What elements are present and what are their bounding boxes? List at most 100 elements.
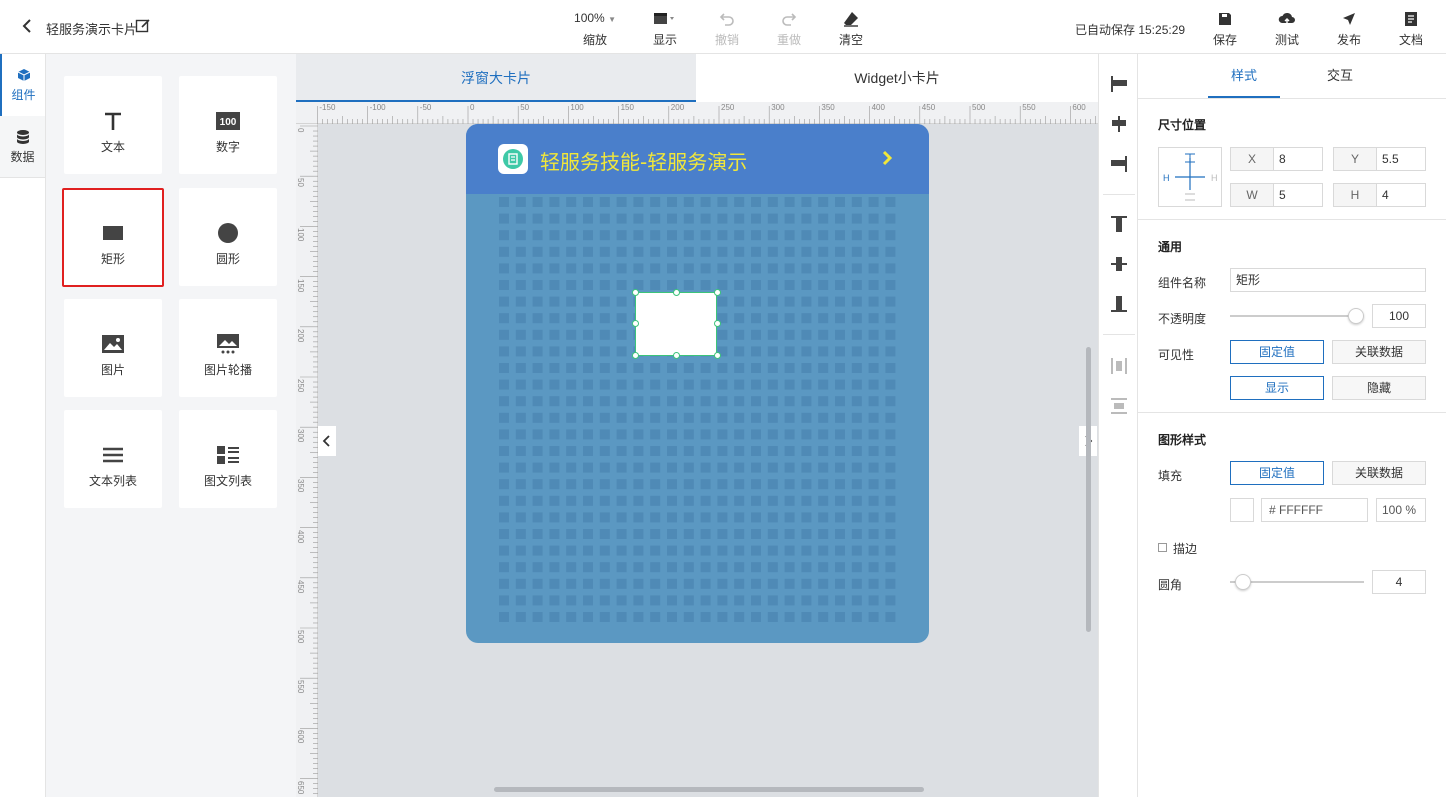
selected-rectangle[interactable]: [635, 292, 717, 356]
ruler-tick-label: 50: [296, 178, 305, 188]
resize-handle-w[interactable]: [632, 320, 639, 327]
opacity-slider[interactable]: [1230, 315, 1364, 317]
resize-handle-ne[interactable]: [714, 289, 721, 296]
component-image-list[interactable]: 图文列表: [179, 410, 277, 508]
ruler-tick-label: 650: [296, 780, 305, 794]
undo-icon: [719, 13, 734, 26]
radius-input[interactable]: 4: [1372, 570, 1426, 594]
align-left-icon[interactable]: [1109, 74, 1129, 94]
hide-button[interactable]: 隐藏: [1332, 376, 1426, 400]
resize-handle-sw[interactable]: [632, 352, 639, 359]
resize-handle-n[interactable]: [673, 289, 680, 296]
tab-widget-card[interactable]: Widget小卡片: [697, 54, 1097, 102]
ruler-tick-label: 550: [1022, 103, 1036, 112]
canvas-tabs: 浮窗大卡片 Widget小卡片: [296, 54, 1098, 102]
edit-title-icon[interactable]: [135, 18, 151, 34]
redo-button[interactable]: 重做: [767, 10, 811, 47]
align-middle-vertical-icon[interactable]: [1109, 254, 1129, 274]
component-text-list[interactable]: 文本列表: [64, 410, 162, 508]
show-button[interactable]: 显示: [1230, 376, 1324, 400]
visibility-fixed-button[interactable]: 固定值: [1230, 340, 1324, 364]
ruler-tick-label: 400: [871, 103, 885, 112]
project-title: 轻服务演示卡片: [46, 22, 138, 37]
resize-handle-nw[interactable]: [632, 289, 639, 296]
save-button[interactable]: 保存: [1203, 10, 1247, 47]
component-number[interactable]: 100 数字: [179, 76, 277, 174]
undo-button[interactable]: 撤销: [705, 10, 749, 47]
tab-style[interactable]: 样式: [1208, 54, 1280, 98]
zoom-control[interactable]: 100% ▼ 缩放: [570, 10, 620, 48]
ruler-tick-label: 600: [1072, 103, 1086, 112]
divider: [1138, 98, 1446, 99]
card-header: 轻服务技能-轻服务演示: [466, 124, 929, 194]
svg-text:100: 100: [220, 117, 237, 128]
circle-icon: [218, 223, 238, 243]
properties-panel: 样式 交互 尺寸位置 H H X 8 Y 5.5 W 5 H 4 通用 组件名称…: [1138, 54, 1446, 797]
ruler-tick-label: 350: [821, 103, 835, 112]
left-tab-bar: 组件 数据: [0, 54, 46, 797]
back-icon[interactable]: [22, 18, 36, 36]
image-list-icon: [217, 446, 239, 464]
ruler-tick-label: 500: [296, 630, 305, 644]
tab-components[interactable]: 组件: [0, 54, 45, 116]
preview-card[interactable]: 轻服务技能-轻服务演示: [466, 124, 929, 643]
resize-handle-s[interactable]: [673, 352, 680, 359]
tab-float-card[interactable]: 浮窗大卡片: [296, 54, 696, 102]
test-button[interactable]: 测试: [1265, 10, 1309, 47]
canvas-grid: [499, 197, 896, 622]
publish-button[interactable]: 发布: [1327, 10, 1371, 47]
ruler-tick-label: 300: [771, 103, 785, 112]
component-image[interactable]: 图片: [64, 299, 162, 397]
fill-alpha-input[interactable]: 100 %: [1376, 498, 1426, 522]
app-logo-icon: [498, 144, 528, 174]
visibility-bind-data-button[interactable]: 关联数据: [1332, 340, 1426, 364]
docs-button[interactable]: 文档: [1389, 10, 1433, 47]
save-icon: [1219, 13, 1231, 25]
component-name-input[interactable]: 矩形: [1230, 268, 1426, 292]
horizontal-scrollbar[interactable]: [494, 787, 924, 792]
x-input[interactable]: 8: [1273, 147, 1323, 171]
stroke-checkbox[interactable]: [1158, 543, 1167, 552]
resize-handle-e[interactable]: [714, 320, 721, 327]
divider: [1103, 334, 1135, 335]
vertical-scrollbar[interactable]: [1086, 347, 1091, 632]
prev-arrow-icon[interactable]: [318, 426, 336, 456]
width-input[interactable]: 5: [1273, 183, 1323, 207]
y-input[interactable]: 5.5: [1376, 147, 1426, 171]
stroke-label: 描边: [1173, 542, 1198, 556]
zoom-value: 100%: [574, 11, 605, 25]
align-bottom-icon[interactable]: [1109, 294, 1129, 314]
fill-fixed-button[interactable]: 固定值: [1230, 461, 1324, 485]
fill-color-swatch[interactable]: [1230, 498, 1254, 522]
display-button[interactable]: 显示: [643, 10, 687, 47]
number-icon: 100: [216, 112, 240, 130]
ruler-tick-label: 250: [721, 103, 735, 112]
height-input[interactable]: 4: [1376, 183, 1426, 207]
align-center-horizontal-icon[interactable]: [1109, 114, 1129, 134]
ruler-tick-label: 300: [296, 429, 305, 443]
ruler-tick-label: 550: [296, 680, 305, 694]
anchor-position-icon[interactable]: H H: [1158, 147, 1222, 207]
resize-handle-se[interactable]: [714, 352, 721, 359]
component-circle[interactable]: 圆形: [179, 188, 277, 286]
opacity-slider-knob[interactable]: [1348, 308, 1364, 324]
fill-bind-data-button[interactable]: 关联数据: [1332, 461, 1426, 485]
tab-data[interactable]: 数据: [0, 116, 45, 178]
component-carousel[interactable]: 图片轮播: [179, 299, 277, 397]
tab-interaction[interactable]: 交互: [1304, 54, 1376, 98]
fill-label: 填充: [1158, 469, 1183, 483]
align-right-icon[interactable]: [1109, 154, 1129, 174]
opacity-input[interactable]: 100: [1372, 304, 1426, 328]
ruler-horizontal: -150 -100 -50 0 50 100 150 200 250 300 350 400 450 50…: [296, 102, 1098, 124]
fill-hex-input[interactable]: # FFFFFF: [1261, 498, 1368, 522]
cloud-upload-icon: [1278, 12, 1295, 25]
distribute-horizontal-icon[interactable]: [1109, 356, 1129, 376]
radius-slider-knob[interactable]: [1235, 574, 1251, 590]
distribute-vertical-icon[interactable]: [1109, 396, 1129, 416]
canvas-area[interactable]: 浮窗大卡片 Widget小卡片 -150 -100 -50 0 50 100 150 200 2…: [296, 54, 1098, 797]
component-text[interactable]: 文本: [64, 76, 162, 174]
align-top-icon[interactable]: [1109, 214, 1129, 234]
component-rectangle[interactable]: 矩形: [62, 188, 164, 287]
clear-button[interactable]: 清空: [829, 10, 873, 47]
cube-icon: [17, 69, 30, 81]
